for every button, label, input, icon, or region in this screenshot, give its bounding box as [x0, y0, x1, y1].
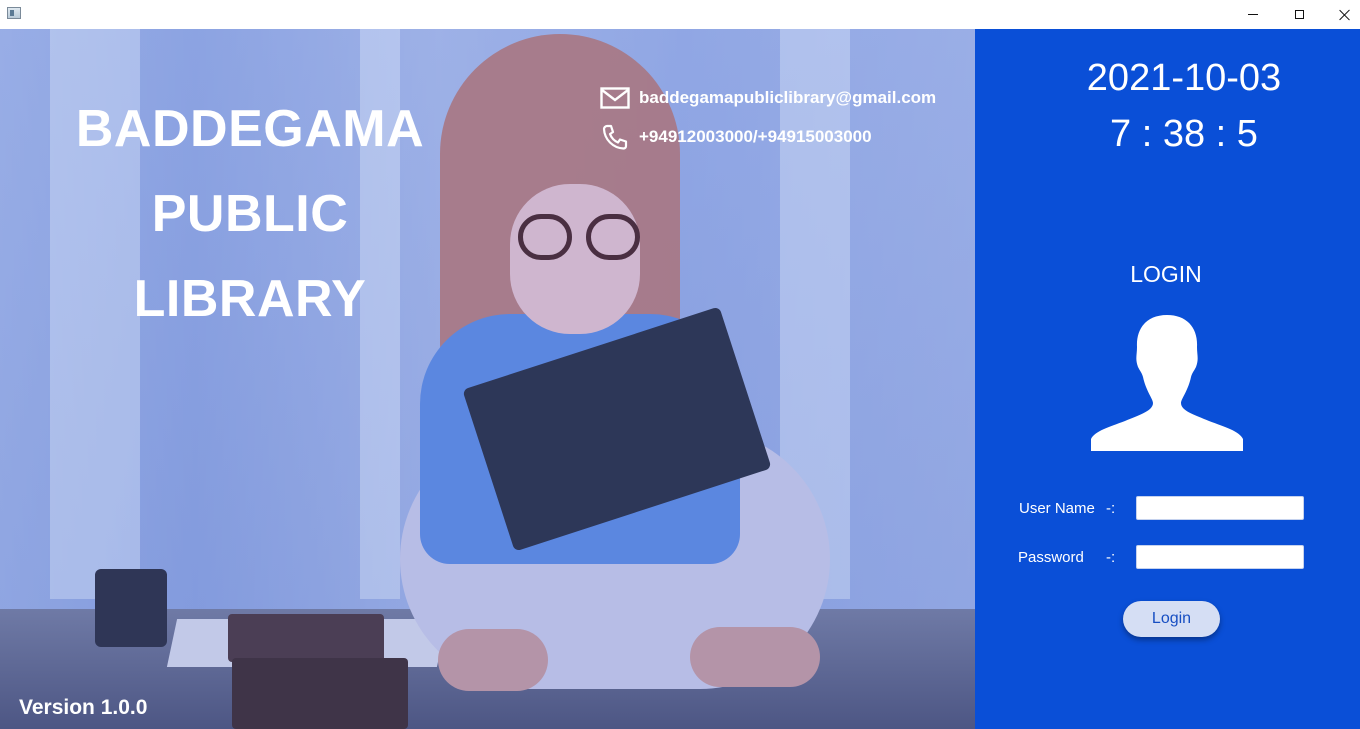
- glasses: [518, 214, 646, 262]
- contact-phone: +94912003000/+94915003000: [600, 122, 872, 152]
- version-label: Version 1.0.0: [19, 696, 148, 719]
- app-window-icon: [7, 7, 21, 19]
- girl-foot-right: [690, 627, 820, 687]
- library-title-line: LIBRARY: [133, 270, 367, 328]
- book-stack: [228, 614, 410, 729]
- phone-text: +94912003000/+94915003000: [639, 127, 872, 146]
- library-title-line: PUBLIC: [151, 185, 349, 243]
- hero-banner: BADDEGAMA PUBLIC LIBRARY baddegamapublic…: [0, 29, 975, 729]
- username-input[interactable]: [1136, 496, 1304, 520]
- library-title: BADDEGAMA PUBLIC LIBRARY: [50, 87, 450, 342]
- library-title-line: BADDEGAMA: [75, 100, 425, 158]
- date-display: 2021-10-03: [1086, 57, 1282, 99]
- email-text: baddegamapubliclibrary@gmail.com: [639, 88, 937, 107]
- phone-icon: [600, 124, 630, 150]
- login-button[interactable]: Login: [1123, 601, 1220, 637]
- maximize-icon: [1294, 10, 1304, 19]
- login-heading: LOGIN: [1130, 261, 1202, 287]
- minimize-icon: [1248, 14, 1258, 15]
- girl-foot-left: [438, 629, 548, 691]
- password-input[interactable]: [1136, 545, 1304, 569]
- login-panel: 2021-10-03 7 : 38 : 5 LOGIN User Name -:…: [975, 29, 1360, 729]
- password-label: Password: [1018, 549, 1084, 566]
- minimize-button[interactable]: [1230, 0, 1276, 29]
- pencil-cup: [95, 569, 167, 647]
- window-title-bar: [0, 0, 1360, 29]
- password-separator: -:: [1106, 549, 1116, 566]
- user-avatar-icon: [1091, 311, 1243, 451]
- mail-icon: [600, 86, 630, 110]
- contact-email: baddegamapubliclibrary@gmail.com: [600, 83, 936, 113]
- username-label: User Name: [1019, 500, 1095, 517]
- close-icon: [1339, 9, 1351, 21]
- time-display: 7 : 38 : 5: [1110, 113, 1258, 155]
- maximize-button[interactable]: [1276, 0, 1322, 29]
- username-separator: -:: [1106, 500, 1116, 517]
- close-button[interactable]: [1322, 0, 1360, 29]
